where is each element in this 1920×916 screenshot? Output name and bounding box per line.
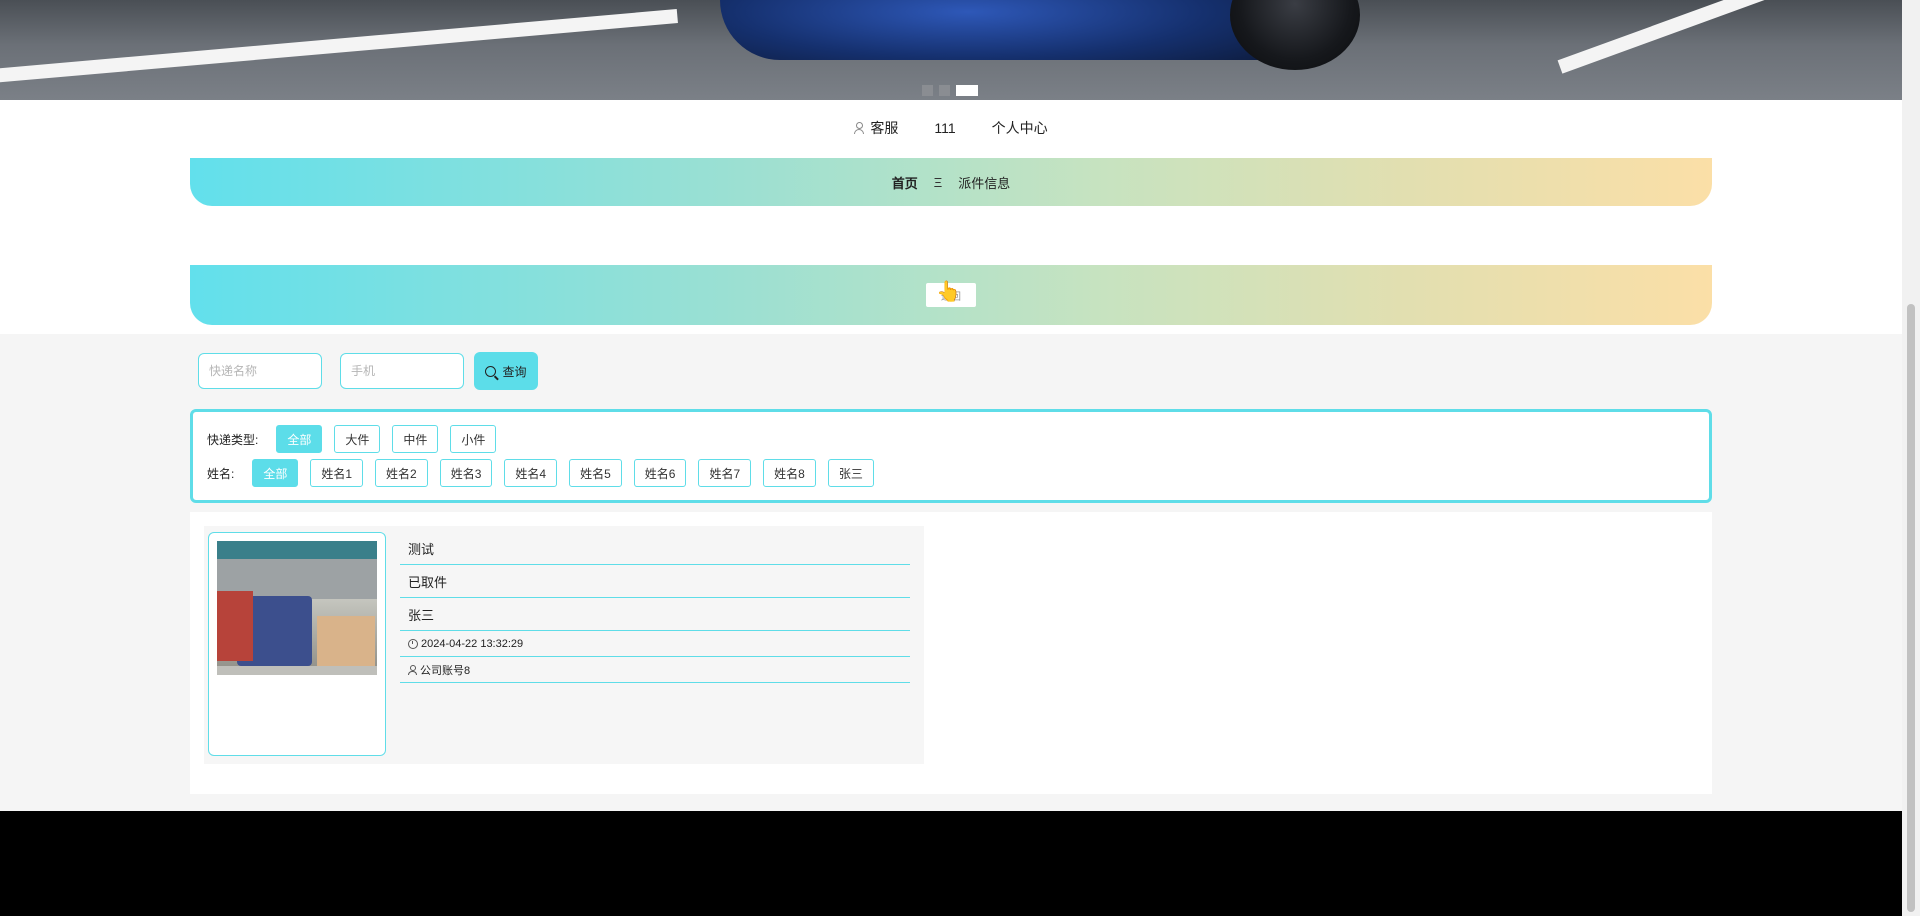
- customer-service-label: 客服: [870, 120, 899, 136]
- type-filter-option[interactable]: 全部: [276, 425, 323, 453]
- profile-label: 个人中心: [991, 120, 1048, 136]
- photo-ground: [217, 666, 377, 675]
- type-filter-option[interactable]: 大件: [334, 425, 381, 453]
- clock-icon: [408, 638, 418, 649]
- item-title-text: 测试: [408, 541, 435, 557]
- item-status-text: 已取件: [408, 574, 448, 590]
- name-filter-option[interactable]: 姓名2: [375, 459, 428, 487]
- truck-photo: [217, 541, 377, 675]
- name-filter-option[interactable]: 姓名3: [439, 459, 493, 487]
- profile-link[interactable]: 个人中心: [992, 118, 1048, 138]
- username-label: 111: [934, 120, 956, 136]
- search-icon: [485, 365, 497, 377]
- name-filter-option[interactable]: 姓名5: [569, 459, 622, 487]
- name-filter-option[interactable]: 姓名7: [698, 459, 752, 487]
- user-icon: [854, 122, 865, 134]
- name-filter-row: 姓名: 全部 姓名1 姓名2 姓名3 姓名4 姓名5 姓名6 姓名7 姓名8 张三: [207, 459, 874, 487]
- breadcrumb-separator: Ξ: [933, 174, 943, 190]
- name-filter-option[interactable]: 姓名1: [310, 459, 364, 487]
- list-item[interactable]: 测试 已取件 张三 2024-04-22 13:32:29 公司账号8: [204, 526, 924, 764]
- result-list: 测试 已取件 张三 2024-04-22 13:32:29 公司账号8: [190, 512, 1712, 794]
- item-name-text: 张三: [408, 607, 435, 623]
- item-time-text: 2024-04-22 13:32:29: [421, 637, 524, 650]
- item-info: 测试 已取件 张三 2024-04-22 13:32:29 公司账号8: [400, 532, 910, 683]
- filter-panel: 快递类型: 全部 大件 中件 小件 姓名: 全部 姓名1 姓名2 姓名3 姓名4 姓名5 姓名6 姓…: [190, 409, 1712, 503]
- item-title: 测试: [400, 532, 910, 565]
- breadcrumb: 首页 Ξ 派件信息: [190, 158, 1712, 206]
- search-row: 查询: [198, 352, 538, 390]
- scrollbar[interactable]: [1902, 0, 1920, 916]
- name-filter-option[interactable]: 全部: [252, 459, 299, 487]
- item-time: 2024-04-22 13:32:29: [400, 631, 910, 657]
- type-filter-option[interactable]: 小件: [450, 425, 497, 453]
- name-filter-option[interactable]: 姓名8: [763, 459, 816, 487]
- road-line: [0, 9, 678, 84]
- type-filter-label: 快递类型:: [207, 432, 259, 447]
- carousel-dot-3[interactable]: [956, 85, 978, 96]
- customer-service-link[interactable]: 客服: [854, 118, 898, 138]
- photo-sign: [217, 541, 377, 559]
- query-label: 查询: [502, 364, 527, 379]
- hand-cursor-icon: 👆: [936, 281, 961, 303]
- item-name: 张三: [400, 598, 910, 631]
- action-bar: 返回 👆: [190, 265, 1712, 325]
- username-link[interactable]: 111: [934, 120, 955, 136]
- query-button[interactable]: 查询: [474, 352, 538, 390]
- express-name-input[interactable]: [198, 353, 322, 389]
- scrollbar-thumb[interactable]: [1907, 304, 1915, 912]
- carousel-dot-1[interactable]: [922, 85, 933, 96]
- name-filter-option[interactable]: 张三: [827, 459, 874, 487]
- item-status: 已取件: [400, 565, 910, 598]
- item-account-text: 公司账号8: [420, 664, 471, 677]
- item-account: 公司账号8: [400, 657, 910, 683]
- carousel-dots: [922, 85, 978, 96]
- item-thumbnail[interactable]: [208, 532, 386, 756]
- top-links: 客服 111 个人中心: [0, 100, 1902, 156]
- photo-cargo: [217, 591, 253, 661]
- breadcrumb-current: 派件信息: [958, 175, 1011, 191]
- carousel-dot-2[interactable]: [939, 85, 950, 96]
- banner-carousel[interactable]: [0, 0, 1902, 100]
- name-filter-label: 姓名:: [207, 466, 235, 481]
- content-area: 查询 快递类型: 全部大件中件小件 姓名: 全部姓名1姓名2姓名3姓名4姓名5姓…: [0, 334, 1902, 811]
- type-filter-row: 快递类型: 全部 大件 中件 小件: [207, 425, 497, 453]
- phone-input[interactable]: [340, 353, 464, 389]
- road-line: [1557, 0, 1902, 74]
- type-filter-option[interactable]: 中件: [392, 425, 439, 453]
- breadcrumb-home[interactable]: 首页: [892, 173, 918, 192]
- photo-boxes: [317, 616, 375, 666]
- person-icon: [408, 664, 417, 675]
- page: 客服 111 个人中心 首页 Ξ 派件信息 返回 👆 查询 快递类型: 全部大: [0, 0, 1902, 811]
- name-filter-option[interactable]: 姓名4: [504, 459, 558, 487]
- name-filter-option[interactable]: 姓名6: [633, 459, 687, 487]
